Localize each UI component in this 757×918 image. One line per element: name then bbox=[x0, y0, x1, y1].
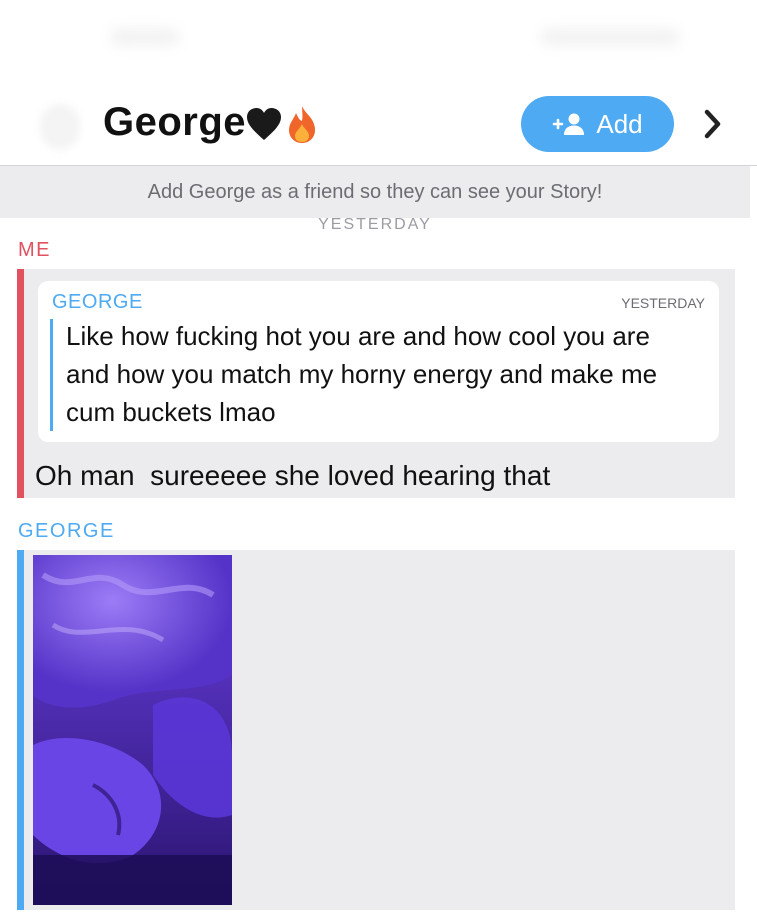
avatar[interactable] bbox=[40, 104, 80, 150]
photo-message[interactable] bbox=[33, 555, 232, 905]
sender-label-george: GEORGE bbox=[18, 520, 115, 542]
quote-text: Like how fucking hot you are and how coo… bbox=[66, 321, 658, 427]
quote-indicator-bar bbox=[50, 319, 53, 431]
photo-image bbox=[33, 555, 232, 905]
message-text: Oh man sureeeee she loved hearing that bbox=[35, 460, 551, 491]
fire-icon bbox=[289, 106, 315, 143]
status-icons-blur bbox=[540, 28, 680, 46]
add-friend-label: Add bbox=[596, 108, 643, 139]
add-friend-button[interactable]: Add bbox=[521, 96, 674, 152]
quote-sender: GEORGE bbox=[52, 291, 143, 313]
contact-name[interactable]: George bbox=[103, 100, 246, 145]
add-friend-banner: Add George as a friend so they can see y… bbox=[0, 166, 750, 218]
friend-emojis bbox=[245, 104, 319, 144]
quoted-message[interactable]: GEORGE YESTERDAY Like how fucking hot yo… bbox=[38, 281, 719, 442]
date-separator: YESTERDAY bbox=[318, 216, 432, 233]
banner-text: Add George as a friend so they can see y… bbox=[147, 181, 603, 203]
status-time-blur bbox=[110, 28, 180, 46]
status-bar bbox=[0, 0, 757, 70]
sender-bar-me bbox=[17, 269, 24, 498]
black-heart-icon bbox=[247, 108, 281, 140]
quote-timestamp: YESTERDAY bbox=[621, 295, 705, 311]
add-friend-icon bbox=[553, 113, 585, 135]
chevron-right-icon[interactable] bbox=[696, 106, 728, 142]
sender-label-me: ME bbox=[18, 239, 51, 261]
sender-bar-george bbox=[17, 550, 24, 910]
chat-header: George Add bbox=[0, 80, 757, 166]
